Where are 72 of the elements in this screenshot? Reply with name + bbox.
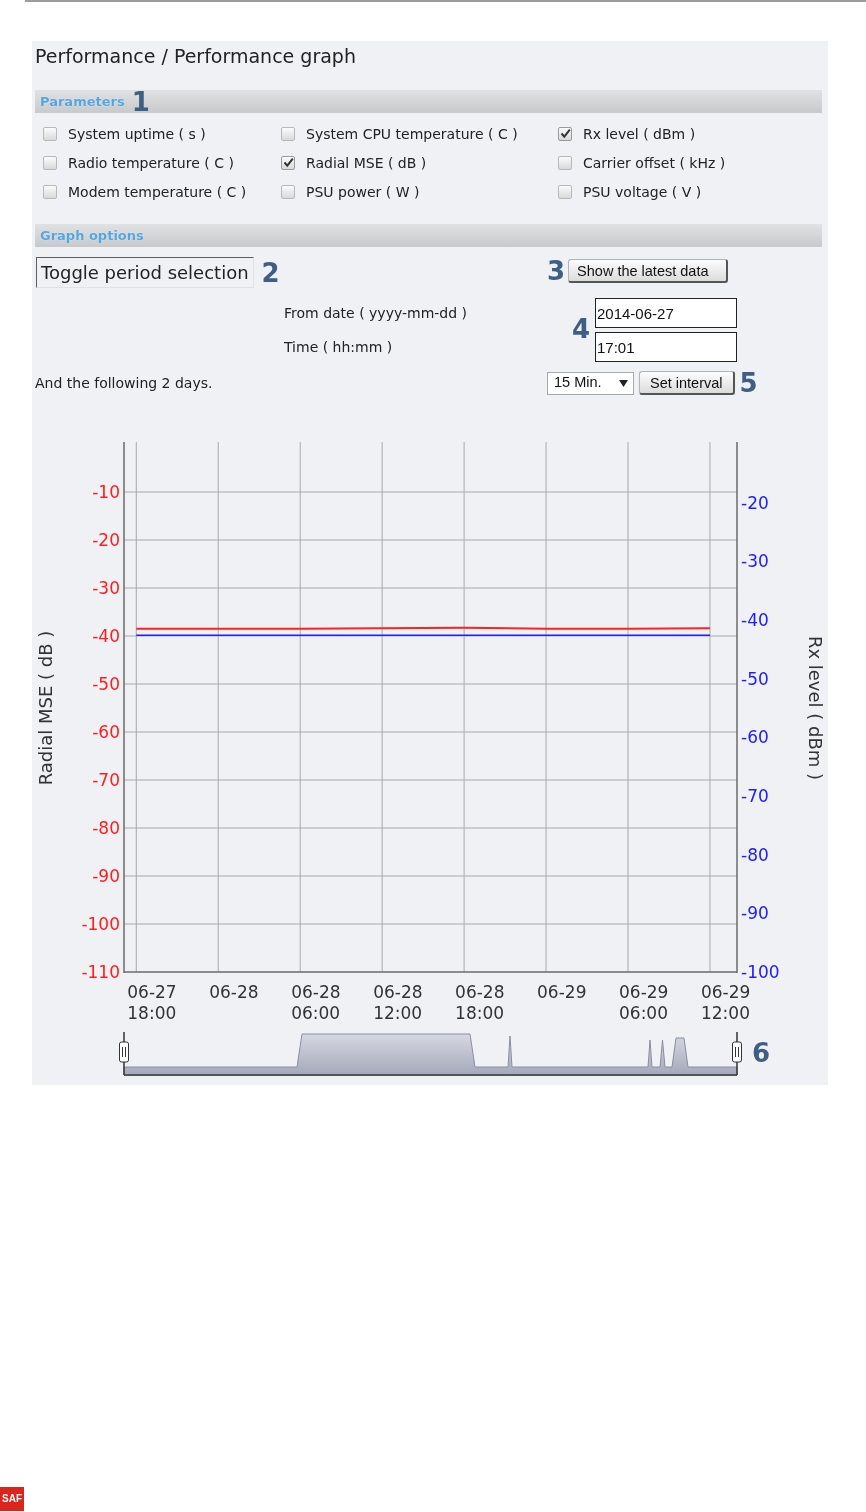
callout-number: 6 [752, 1038, 771, 1068]
checkbox[interactable] [281, 155, 295, 170]
y-tick-label: -100 [81, 914, 120, 934]
y-tick-label: -90 [92, 866, 120, 886]
checkmark-icon [282, 157, 294, 168]
checkbox-label: Carrier offset ( kHz ) [583, 153, 726, 172]
checkbox[interactable] [281, 126, 295, 141]
y-tick-label: -110 [81, 962, 120, 982]
checkbox-label: PSU power ( W ) [306, 182, 420, 201]
range-handle[interactable] [732, 1031, 742, 1076]
checkmark-icon [559, 128, 571, 139]
checkbox[interactable] [558, 155, 572, 170]
period-note: And the following 2 days. [34, 373, 214, 393]
page-title: Performance / Performance graph [34, 44, 356, 69]
section-title: Parameters [40, 93, 125, 110]
x-tick-label: 06-28 18:00 [455, 982, 505, 1022]
x-tick-label: 06-28 12:00 [373, 982, 423, 1022]
y-tick-label: -10 [92, 482, 120, 502]
y-tick-label: -20 [741, 492, 769, 513]
interval-dropdown[interactable]: 15 Min. [547, 371, 634, 395]
y-tick-label: -30 [92, 578, 120, 598]
logo: SAF [0, 1487, 24, 1511]
checkbox-label: Modem temperature ( C ) [68, 182, 247, 201]
checkbox-label: Radial MSE ( dB ) [306, 153, 427, 172]
x-tick-label: 06-29 [537, 982, 587, 1002]
checkbox[interactable] [558, 184, 572, 199]
checkbox[interactable] [558, 126, 572, 141]
checkbox-label: Radio temperature ( C ) [68, 153, 234, 172]
checkbox-label: System uptime ( s ) [68, 124, 206, 143]
checkbox[interactable] [43, 184, 57, 199]
input-field[interactable]: 2014-06-27 [595, 298, 737, 328]
y-tick-label: -80 [92, 818, 120, 838]
callout-number: 5 [739, 370, 758, 396]
y-tick-label: -70 [741, 786, 769, 806]
y-axis-title: Radial MSE ( dB ) [35, 630, 56, 786]
y-tick-label: -40 [92, 626, 120, 646]
checkbox-label: PSU voltage ( V ) [583, 182, 702, 201]
y-tick-label: -60 [92, 722, 120, 742]
callout-number: 2 [261, 259, 280, 286]
show-latest-button[interactable]: Show the latest data [568, 259, 728, 283]
field-label: From date ( yyyy-mm-dd ) [284, 304, 469, 323]
x-tick-label: 06-27 18:00 [127, 982, 177, 1022]
checkbox[interactable] [43, 126, 57, 141]
y-axis-title: Rx level ( dBm ) [805, 635, 826, 781]
field-label: Time ( hh:mm ) [284, 338, 394, 357]
checkbox[interactable] [281, 184, 295, 199]
y-tick-label: -50 [741, 668, 769, 689]
x-tick-label: 06-29 06:00 [619, 982, 669, 1022]
callout-number: 4 [572, 313, 591, 344]
callout-number: 1 [131, 88, 150, 115]
input-field[interactable]: 17:01 [595, 332, 737, 362]
x-tick-label: 06-28 06:00 [291, 982, 341, 1022]
y-tick-label: -80 [741, 844, 769, 865]
y-tick-label: -100 [741, 962, 780, 982]
x-tick-label: 06-28 [209, 982, 259, 1002]
checkbox[interactable] [43, 155, 57, 170]
y-tick-label: -40 [741, 610, 769, 630]
dropdown-caret-icon [619, 379, 628, 387]
range-handle[interactable] [119, 1031, 129, 1076]
y-tick-label: -60 [741, 727, 769, 748]
checkbox-label: Rx level ( dBm ) [583, 124, 696, 143]
period-toggle-button[interactable]: Toggle period selection [36, 257, 254, 288]
x-tick-label: 06-29 12:00 [700, 982, 751, 1022]
section-title: Graph options [40, 227, 144, 244]
callout-number: 3 [547, 258, 566, 284]
checkbox-label: System CPU temperature ( C ) [306, 124, 518, 143]
y-tick-label: -50 [92, 674, 120, 694]
y-tick-label: -70 [92, 770, 120, 790]
set-interval-button[interactable]: Set interval [639, 371, 735, 395]
y-tick-label: -20 [92, 530, 120, 550]
y-tick-label: -30 [741, 551, 769, 572]
y-tick-label: -90 [741, 903, 769, 924]
